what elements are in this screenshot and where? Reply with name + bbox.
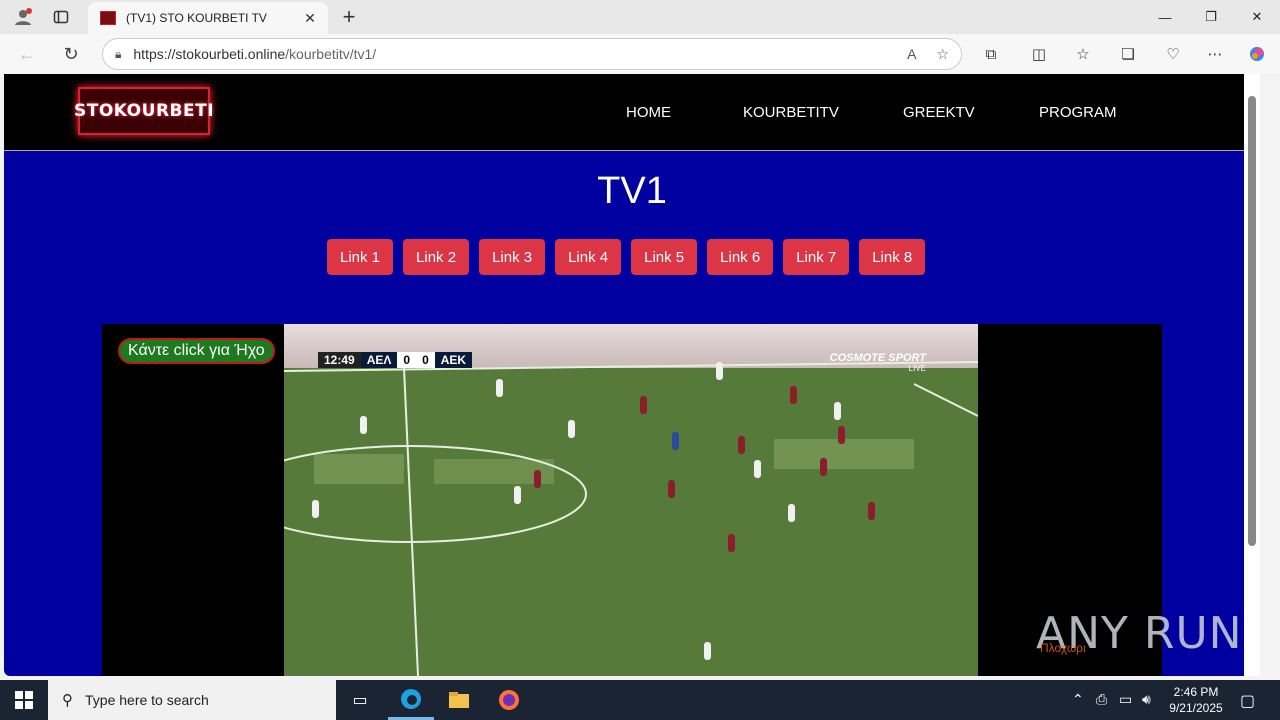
broadcaster-logo: COSMOTE SPORT: [829, 352, 926, 364]
player-figure: [754, 460, 761, 478]
video-frame[interactable]: 12:49 ΑΕΛ 0 0 ΑΕΚ COSMOTE SPORT LIVE: [284, 324, 978, 676]
tab-title: (TV1) STO KOURBETI TV: [126, 11, 267, 25]
page-scrollbar[interactable]: [1244, 74, 1260, 676]
player-figure: [788, 504, 795, 522]
away-score: 0: [416, 352, 435, 368]
player-figure: [360, 416, 367, 434]
edge-taskbar-icon[interactable]: [388, 680, 434, 720]
player-figure: [496, 379, 503, 397]
player-figure: [738, 436, 745, 454]
pitch-markings: [284, 361, 978, 676]
active-tab[interactable]: (TV1) STO KOURBETI TV ✕: [88, 2, 328, 34]
nav-kourbetitv[interactable]: KOURBETITV: [743, 104, 839, 121]
player-figure: [704, 642, 711, 660]
home-team: ΑΕΛ: [360, 352, 398, 368]
link-4-button[interactable]: Link 4: [555, 239, 622, 275]
refresh-icon[interactable]: ↻: [56, 39, 86, 69]
nav-greektv[interactable]: GREEKTV: [903, 104, 975, 121]
profile-icon[interactable]: [8, 2, 38, 32]
player-figure: [312, 500, 319, 518]
url-path: /kourbetitv/tv1/: [285, 46, 377, 62]
browser-toolbar: ← ↻ 🔒︎ https://stokourbeti.online/kourbe…: [0, 34, 1280, 74]
player-figure: [716, 362, 723, 380]
system-clock[interactable]: 2:46 PM 9/21/2025: [1158, 684, 1234, 716]
favorites-icon[interactable]: ☆: [1068, 39, 1098, 69]
watermark-caption: Πλοχωρι: [1040, 641, 1086, 655]
url-text[interactable]: https://stokourbeti.online/kourbetitv/tv…: [133, 46, 887, 62]
close-tab-icon[interactable]: ✕: [300, 10, 320, 27]
show-hidden-icons-icon[interactable]: ⌃: [1072, 691, 1084, 708]
player-figure: [820, 458, 827, 476]
home-score: 0: [397, 352, 417, 368]
favorite-star-icon[interactable]: ☆: [936, 46, 949, 63]
player-figure: [640, 396, 647, 414]
windows-taskbar: ⚲ Type here to search ▭ ⌃ ⎙ ▭ 🔊︎ 2:46 PM…: [0, 680, 1280, 720]
windows-logo-icon: [15, 691, 33, 709]
address-bar[interactable]: 🔒︎ https://stokourbeti.online/kourbetitv…: [102, 38, 962, 70]
link-2-button[interactable]: Link 2: [403, 239, 470, 275]
broadcaster-live: LIVE: [908, 364, 926, 373]
player-figure: [790, 386, 797, 404]
referee-figure: [672, 432, 679, 450]
link-6-button[interactable]: Link 6: [707, 239, 774, 275]
player-figure: [568, 420, 575, 438]
link-7-button[interactable]: Link 7: [783, 239, 850, 275]
search-placeholder: Type here to search: [85, 692, 209, 708]
page-title: TV1: [597, 170, 667, 212]
url-host: https://stokourbeti.online: [133, 46, 286, 62]
site-favicon-icon: [100, 11, 116, 25]
back-icon[interactable]: ←: [12, 39, 42, 69]
link-8-button[interactable]: Link 8: [859, 239, 926, 275]
network-icon[interactable]: ▭: [1119, 691, 1132, 708]
device-icon[interactable]: ⎙: [1096, 691, 1107, 708]
clock-date: 9/21/2025: [1169, 701, 1223, 715]
collections-icon[interactable]: ❏: [1113, 39, 1143, 69]
match-clock: 12:49: [318, 352, 361, 368]
player-figure: [534, 470, 541, 488]
stream-link-row: Link 1 Link 2 Link 3 Link 4 Link 5 Link …: [327, 239, 935, 275]
player-figure: [868, 502, 875, 520]
page-viewport: STOKOURBETI HOME KOURBETITV GREEKTV PROG…: [4, 74, 1260, 676]
link-5-button[interactable]: Link 5: [631, 239, 698, 275]
site-logo[interactable]: STOKOURBETI: [74, 87, 214, 135]
copilot-icon[interactable]: [1242, 39, 1272, 69]
player-figure: [728, 534, 735, 552]
clock-time: 2:46 PM: [1173, 685, 1219, 699]
restore-icon[interactable]: ❐: [1188, 0, 1234, 34]
nav-program[interactable]: PROGRAM: [1039, 104, 1117, 121]
more-menu-icon[interactable]: ⋯: [1200, 39, 1230, 69]
start-button[interactable]: [0, 680, 48, 720]
away-team: ΑΕΚ: [434, 352, 473, 368]
link-3-button[interactable]: Link 3: [479, 239, 546, 275]
player-figure: [668, 480, 675, 498]
new-tab-icon[interactable]: +: [336, 2, 362, 32]
extensions-icon[interactable]: ⧉: [976, 39, 1006, 69]
scrollbar-thumb[interactable]: [1248, 96, 1256, 546]
browser-tab-bar: (TV1) STO KOURBETI TV ✕ + — ❐ ✕: [0, 0, 1280, 34]
lock-icon[interactable]: 🔒︎: [115, 47, 121, 62]
search-icon: ⚲: [62, 692, 73, 709]
player-figure: [514, 486, 521, 504]
scorebug: 12:49 ΑΕΛ 0 0 ΑΕΚ: [318, 352, 473, 368]
video-player[interactable]: 12:49 ΑΕΛ 0 0 ΑΕΚ COSMOTE SPORT LIVE Κάν…: [102, 324, 1162, 676]
enable-sound-button[interactable]: Κάντε click για Ήχο: [118, 338, 275, 364]
notifications-icon[interactable]: ▢: [1240, 691, 1255, 711]
tab-actions-icon[interactable]: [46, 2, 76, 32]
read-aloud-icon[interactable]: A: [907, 46, 916, 62]
nav-home[interactable]: HOME: [626, 104, 671, 121]
window-close-icon[interactable]: ✕: [1234, 0, 1280, 34]
volume-icon[interactable]: 🔊︎: [1142, 691, 1151, 708]
task-view-icon[interactable]: ▭: [337, 680, 383, 720]
player-figure: [834, 402, 841, 420]
browser-essentials-icon[interactable]: ♡: [1158, 39, 1188, 69]
player-figure: [838, 426, 845, 444]
minimize-icon[interactable]: —: [1142, 0, 1188, 34]
site-header: STOKOURBETI HOME KOURBETITV GREEKTV PROG…: [4, 74, 1260, 151]
firefox-icon[interactable]: [486, 680, 532, 720]
split-screen-icon[interactable]: ◫: [1024, 39, 1054, 69]
file-explorer-icon[interactable]: [436, 680, 482, 720]
taskbar-search-box[interactable]: ⚲ Type here to search: [48, 680, 336, 720]
link-1-button[interactable]: Link 1: [327, 239, 394, 275]
